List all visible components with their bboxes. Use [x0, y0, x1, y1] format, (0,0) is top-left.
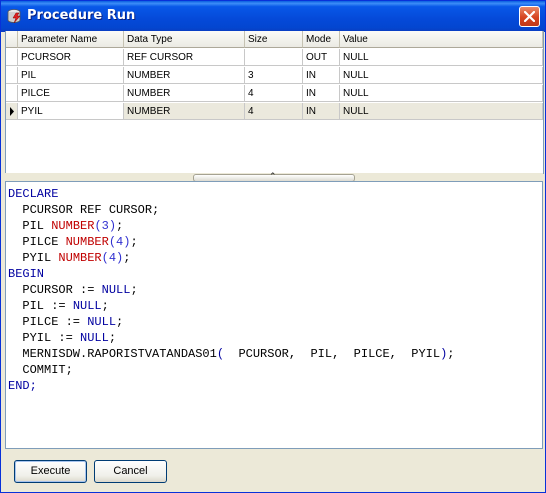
- code-line: BEGIN: [8, 266, 44, 282]
- table-row-selected[interactable]: PYIL NUMBER 4 IN NULL: [6, 103, 543, 121]
- cell-size[interactable]: [245, 49, 303, 66]
- row-indicator-header: [6, 31, 18, 48]
- size-spec: (4): [101, 251, 124, 265]
- cell-mode[interactable]: IN: [303, 103, 340, 120]
- type-keyword: NUMBER: [58, 251, 102, 265]
- column-header-value[interactable]: Value: [340, 31, 543, 48]
- code-text: PIL :=: [8, 299, 73, 313]
- code-text: ;: [101, 299, 109, 313]
- keyword: END;: [8, 379, 37, 393]
- cell-parameter-name[interactable]: PIL: [18, 67, 124, 84]
- code-line: PYIL := NULL;: [8, 330, 116, 346]
- parameters-grid[interactable]: Parameter Name Data Type Size Mode Value…: [5, 31, 544, 174]
- code-line: PILCE := NULL;: [8, 314, 123, 330]
- code-text: ;: [130, 235, 138, 249]
- keyword: NULL: [87, 315, 117, 329]
- sql-code-editor[interactable]: DECLARE PCURSOR REF CURSOR; PIL NUMBER(3…: [5, 181, 543, 449]
- keyword: NULL: [101, 283, 131, 297]
- code-text: ;: [130, 283, 138, 297]
- grid-header-row: Parameter Name Data Type Size Mode Value: [6, 31, 543, 49]
- keyword: NULL: [72, 299, 102, 313]
- cell-mode[interactable]: IN: [303, 85, 340, 102]
- code-line: PILCE NUMBER(4);: [8, 234, 138, 250]
- code-line: PCURSOR := NULL;: [8, 282, 138, 298]
- cell-parameter-name[interactable]: PYIL: [18, 103, 124, 120]
- row-indicator[interactable]: [6, 85, 18, 102]
- cell-size[interactable]: 4: [245, 103, 303, 120]
- type-keyword: NUMBER: [51, 219, 95, 233]
- current-row-arrow-icon: [10, 107, 14, 116]
- row-indicator[interactable]: [6, 67, 18, 84]
- cell-data-type[interactable]: NUMBER: [124, 85, 245, 102]
- code-text: ;: [123, 251, 131, 265]
- code-line: PYIL NUMBER(4);: [8, 250, 130, 266]
- cell-parameter-name[interactable]: PILCE: [18, 85, 124, 102]
- keyword: BEGIN: [8, 267, 45, 281]
- size-spec: (4): [108, 235, 131, 249]
- code-text: MERNISDW.RAPORISTVATANDAS01: [8, 347, 217, 361]
- cell-value[interactable]: NULL: [340, 49, 543, 66]
- row-indicator[interactable]: [6, 103, 18, 120]
- code-line: END;: [8, 378, 37, 394]
- table-row[interactable]: PCURSOR REF CURSOR OUT NULL: [6, 49, 543, 67]
- cell-parameter-name[interactable]: PCURSOR: [18, 49, 124, 66]
- cell-value[interactable]: NULL: [340, 103, 543, 120]
- cell-value[interactable]: NULL: [340, 85, 543, 102]
- code-line: COMMIT;: [8, 362, 73, 378]
- cell-data-type[interactable]: REF CURSOR: [124, 49, 245, 66]
- keyword: DECLARE: [8, 187, 59, 201]
- code-text: ;: [116, 219, 124, 233]
- paren: (: [216, 347, 225, 361]
- cell-mode[interactable]: OUT: [303, 49, 340, 66]
- code-text: ;: [116, 315, 124, 329]
- table-row[interactable]: PIL NUMBER 3 IN NULL: [6, 67, 543, 85]
- close-button[interactable]: [519, 6, 540, 27]
- cell-mode[interactable]: IN: [303, 67, 340, 84]
- procedure-run-window: Procedure Run Parameter Name Data Type S…: [0, 0, 546, 493]
- code-text: PYIL :=: [8, 331, 81, 345]
- cell-size[interactable]: 3: [245, 67, 303, 84]
- code-text: PCURSOR REF CURSOR;: [8, 203, 160, 217]
- code-line: MERNISDW.RAPORISTVATANDAS01( PCURSOR, PI…: [8, 346, 455, 362]
- database-lightning-icon: [7, 9, 21, 24]
- cell-value[interactable]: NULL: [340, 67, 543, 84]
- cell-size[interactable]: 4: [245, 85, 303, 102]
- column-header-mode[interactable]: Mode: [303, 31, 340, 48]
- table-row[interactable]: PILCE NUMBER 4 IN NULL: [6, 85, 543, 103]
- size-spec: (3): [94, 219, 117, 233]
- execute-button[interactable]: Execute: [14, 460, 87, 483]
- code-text: PIL: [8, 219, 52, 233]
- code-text: COMMIT;: [8, 363, 73, 377]
- code-line: PIL := NULL;: [8, 298, 109, 314]
- cell-data-type[interactable]: NUMBER: [124, 67, 245, 84]
- window-title: Procedure Run: [27, 8, 136, 23]
- code-text: PILCE: [8, 235, 66, 249]
- code-line: DECLARE: [8, 186, 58, 202]
- column-header-parameter-name[interactable]: Parameter Name: [18, 31, 124, 48]
- column-header-size[interactable]: Size: [245, 31, 303, 48]
- code-text: ;: [108, 331, 117, 345]
- type-keyword: NUMBER: [65, 235, 109, 249]
- panel-splitter[interactable]: ⌃: [5, 171, 543, 182]
- row-indicator[interactable]: [6, 49, 18, 66]
- code-text: PILCE :=: [8, 315, 88, 329]
- code-text: PYIL: [8, 251, 59, 265]
- title-bar[interactable]: Procedure Run: [1, 1, 545, 32]
- cancel-button[interactable]: Cancel: [94, 460, 167, 483]
- code-text: ;: [447, 347, 455, 361]
- close-icon: [524, 11, 535, 22]
- keyword: NULL: [80, 331, 109, 345]
- column-header-data-type[interactable]: Data Type: [124, 31, 245, 48]
- code-text: PCURSOR, PIL, PILCE, PYIL: [224, 347, 441, 361]
- code-line: PIL NUMBER(3);: [8, 218, 123, 234]
- code-text: PCURSOR :=: [8, 283, 102, 297]
- code-line: PCURSOR REF CURSOR;: [8, 202, 159, 218]
- cell-data-type[interactable]: NUMBER: [124, 103, 245, 120]
